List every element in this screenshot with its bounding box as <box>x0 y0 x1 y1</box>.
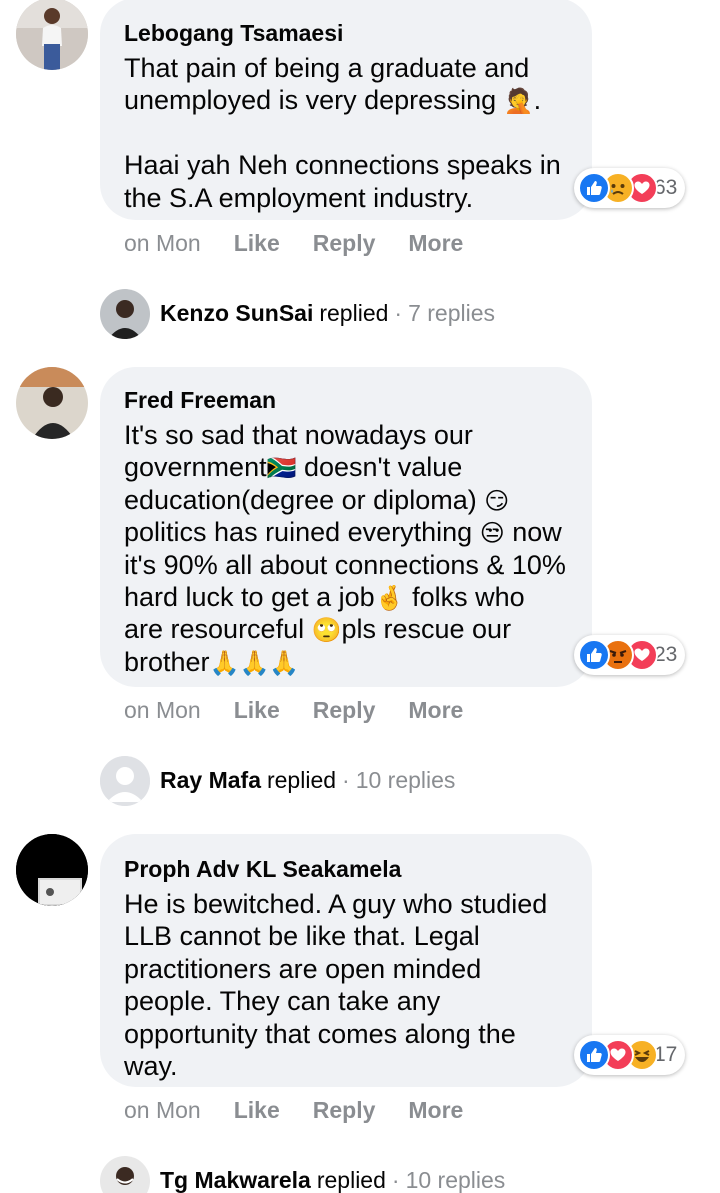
comment-author[interactable]: Proph Adv KL Seakamela <box>124 854 568 884</box>
replier-name[interactable]: Ray Mafa <box>160 767 261 794</box>
comment-actions: on Mon Like Reply More <box>124 695 496 725</box>
avatar-photo <box>16 0 88 70</box>
crossed-fingers-emoji: 🤞 <box>374 585 405 613</box>
replies-link[interactable]: Ray Mafa replied · 10 replies <box>160 765 455 795</box>
comment-time[interactable]: on Mon <box>124 230 201 257</box>
reaction-summary[interactable]: 63 <box>574 168 686 208</box>
avatar-photo <box>16 367 88 439</box>
replied-label: replied <box>316 1166 386 1193</box>
replier-name[interactable]: Tg Makwarela <box>160 1167 311 1193</box>
reply-count[interactable]: 7 replies <box>408 300 495 327</box>
comment-actions: on Mon Like Reply More <box>124 228 496 258</box>
comment-bubble: Lebogang Tsamaesi That pain of being a g… <box>100 0 592 220</box>
reply-button[interactable]: Reply <box>313 1097 376 1124</box>
reaction-summary[interactable]: 17 <box>574 1035 686 1075</box>
replier-avatar[interactable] <box>100 289 150 339</box>
south-africa-flag-emoji: 🇿🇦 <box>266 455 297 483</box>
separator-dot: · <box>394 299 403 326</box>
like-button[interactable]: Like <box>234 697 280 724</box>
replier-avatar[interactable] <box>100 1156 150 1193</box>
smirk-emoji: 😏 <box>484 487 510 515</box>
reaction-summary[interactable]: 23 <box>574 635 686 675</box>
avatar-photo <box>16 834 88 906</box>
comment-text: It's so sad that nowadays our government… <box>124 419 568 678</box>
replies-link[interactable]: Kenzo SunSai replied · 7 replies <box>160 298 495 328</box>
comment-time[interactable]: on Mon <box>124 1097 201 1124</box>
separator-dot: · <box>391 1166 400 1193</box>
comment-time[interactable]: on Mon <box>124 697 201 724</box>
replied-label: replied <box>319 299 389 326</box>
commenter-avatar[interactable] <box>16 834 88 906</box>
comment-author[interactable]: Fred Freeman <box>124 385 568 415</box>
like-icon <box>578 172 610 204</box>
facepalm-emoji: 🤦 <box>503 88 534 116</box>
reply-button[interactable]: Reply <box>313 230 376 257</box>
comment-text-part: That pain of being a graduate and unempl… <box>124 53 537 116</box>
commenter-avatar[interactable] <box>16 0 88 70</box>
praying-hands-emoji: 🙏🙏🙏 <box>209 649 300 677</box>
comment-actions: on Mon Like Reply More <box>124 1095 496 1125</box>
commenter-avatar[interactable] <box>16 367 88 439</box>
comment-text: That pain of being a graduate and unempl… <box>124 52 568 214</box>
avatar-photo <box>100 289 150 339</box>
replier-avatar[interactable] <box>100 756 150 806</box>
reply-count[interactable]: 10 replies <box>406 1167 506 1193</box>
more-button[interactable]: More <box>408 1097 463 1124</box>
replies-link[interactable]: Tg Makwarela replied · 10 replies <box>160 1165 505 1193</box>
default-profile-icon <box>100 756 150 806</box>
like-icon <box>578 639 610 671</box>
replier-name[interactable]: Kenzo SunSai <box>160 300 313 327</box>
replied-label: replied <box>266 766 337 793</box>
comment-text: He is bewitched. A guy who studied LLB c… <box>124 889 555 1082</box>
reply-count[interactable]: 10 replies <box>356 767 456 794</box>
unamused-emoji: 😒 <box>479 520 505 548</box>
separator-dot: · <box>342 766 350 793</box>
comment-author[interactable]: Lebogang Tsamaesi <box>124 18 568 48</box>
like-button[interactable]: Like <box>234 1097 280 1124</box>
reply-button[interactable]: Reply <box>313 697 376 724</box>
comment-bubble: Fred Freeman It's so sad that nowadays o… <box>100 367 592 687</box>
eye-roll-emoji: 🙄 <box>311 617 342 645</box>
more-button[interactable]: More <box>408 697 463 724</box>
like-icon <box>578 1039 610 1071</box>
like-button[interactable]: Like <box>234 230 280 257</box>
comment-bubble: Proph Adv KL Seakamela He is bewitched. … <box>100 834 592 1087</box>
more-button[interactable]: More <box>408 230 463 257</box>
avatar-photo <box>100 1156 150 1193</box>
